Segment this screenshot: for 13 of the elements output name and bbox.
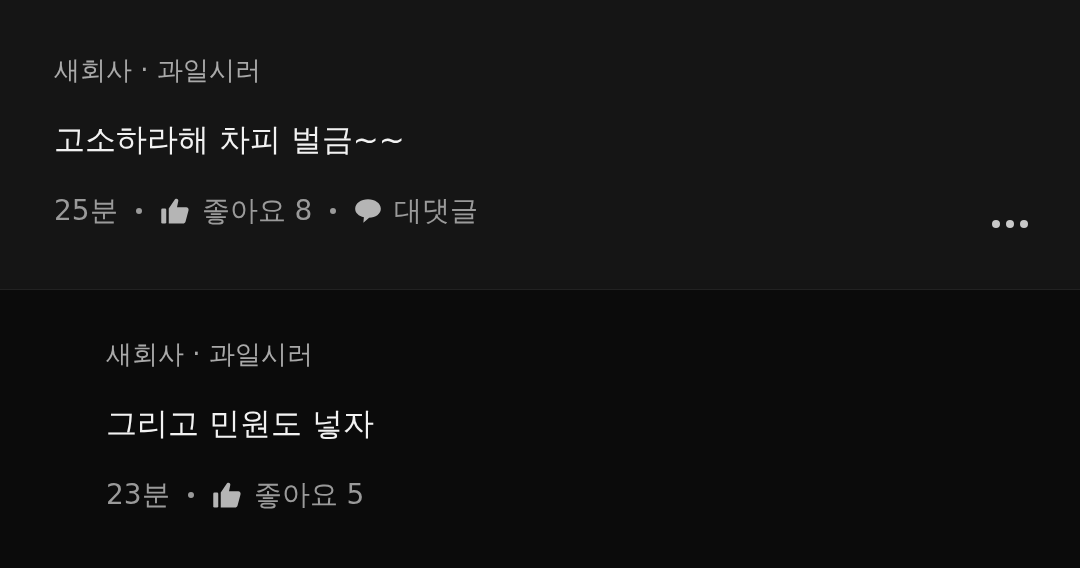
- like-button[interactable]: 좋아요 8: [159, 192, 313, 230]
- comment-author: 새회사 · 과일시러: [54, 54, 262, 87]
- thumbs-up-icon: [211, 481, 242, 509]
- comment-text: 고소하라해 차피 벌금~~: [54, 120, 406, 159]
- like-button[interactable]: 좋아요 5: [211, 476, 365, 514]
- comment-author: 새회사 · 과일시러: [106, 338, 314, 371]
- thumbs-up-icon: [159, 197, 190, 225]
- speech-bubble-icon: [354, 198, 383, 224]
- comment-time: 25분: [54, 193, 118, 229]
- more-options-button[interactable]: [990, 218, 1030, 230]
- comment-time: 23분: [106, 477, 170, 513]
- comment-text: 그리고 민원도 넣자: [106, 404, 375, 443]
- reply-button[interactable]: 대댓글: [354, 192, 479, 230]
